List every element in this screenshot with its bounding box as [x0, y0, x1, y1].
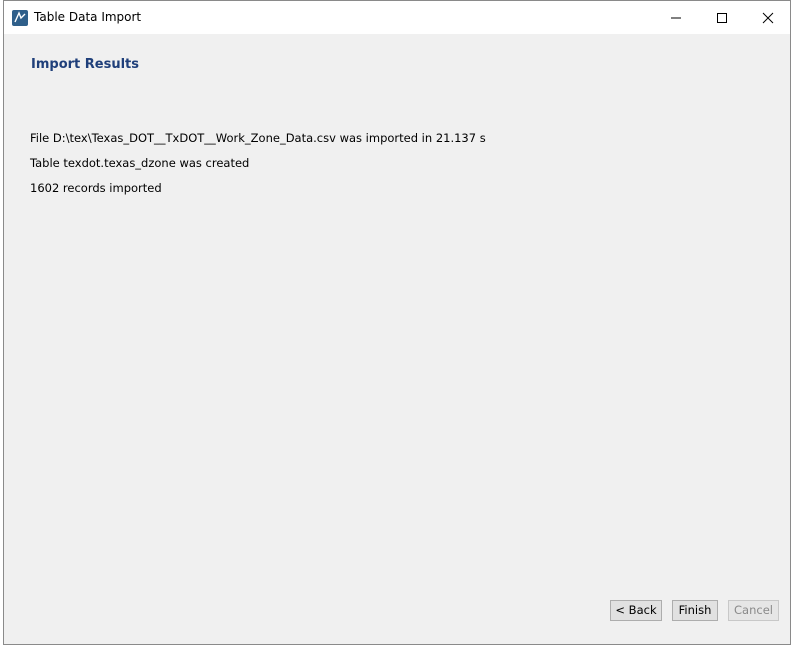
close-button[interactable]: [745, 1, 791, 34]
maximize-button[interactable]: [699, 1, 745, 34]
back-button[interactable]: < Back: [610, 600, 662, 621]
table-data-import-dialog: Table Data Import Import Results File D:…: [3, 0, 791, 645]
title-bar[interactable]: Table Data Import: [4, 1, 790, 34]
mysql-workbench-icon: [12, 10, 28, 26]
cancel-button[interactable]: Cancel: [728, 600, 779, 621]
records-imported-message: 1602 records imported: [30, 181, 162, 195]
page-title: Import Results: [31, 57, 139, 72]
finish-button[interactable]: Finish: [672, 600, 718, 621]
table-created-message: Table texdot.texas_dzone was created: [30, 156, 250, 170]
dialog-content: Import Results File D:\tex\Texas_DOT__Tx…: [4, 34, 790, 644]
minimize-icon: [671, 17, 681, 19]
maximize-icon: [717, 13, 727, 23]
import-file-message: File D:\tex\Texas_DOT__TxDOT__Work_Zone_…: [30, 131, 486, 145]
window-title: Table Data Import: [34, 10, 142, 24]
close-icon: [762, 12, 774, 24]
minimize-button[interactable]: [653, 1, 699, 34]
